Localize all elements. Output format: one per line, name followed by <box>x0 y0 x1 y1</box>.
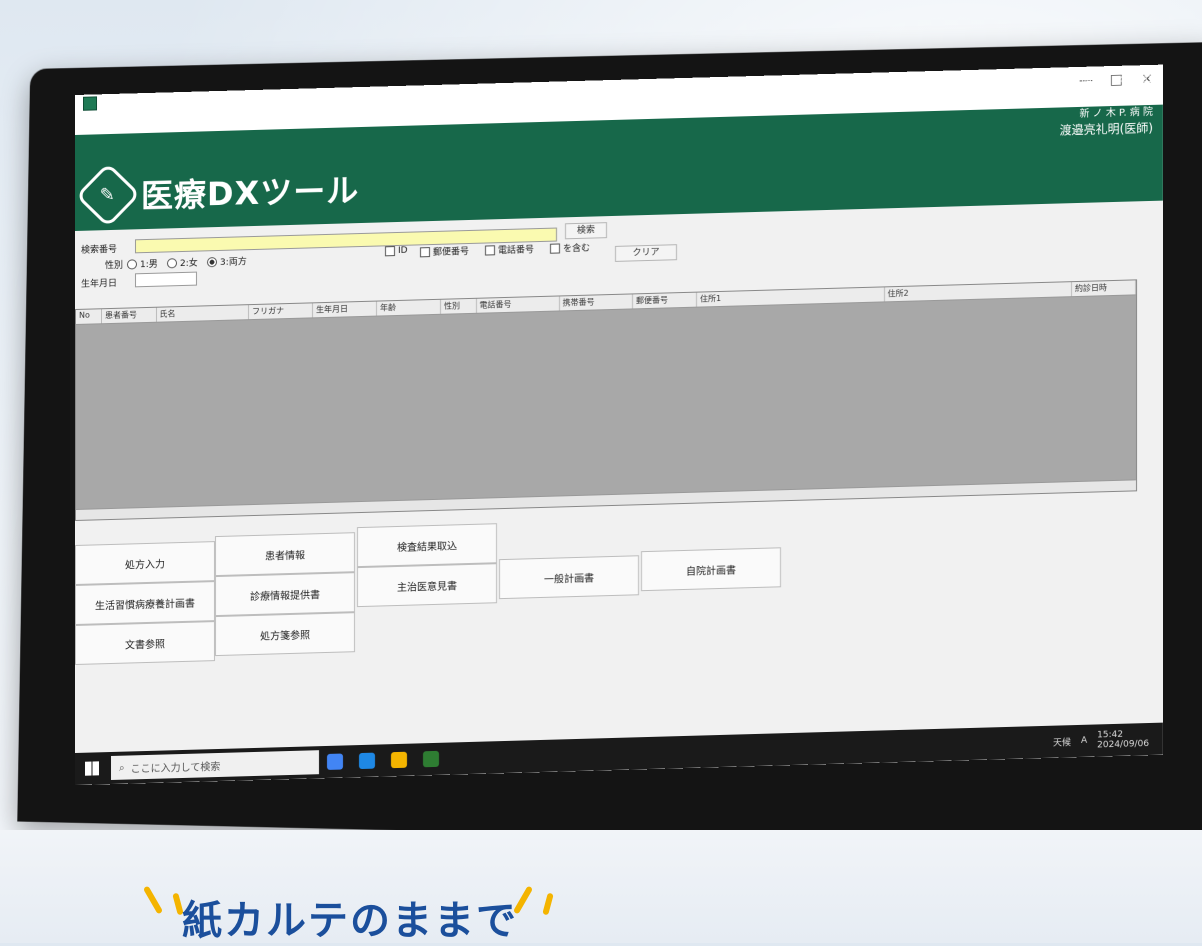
referral-letter-button[interactable]: 診療情報提供書 <box>215 572 355 617</box>
app-title: 医療DXツール <box>141 171 360 216</box>
search-button[interactable]: 検索 <box>565 222 607 240</box>
weather-text: 天候 <box>1052 737 1071 749</box>
col-no: No <box>76 309 102 324</box>
version-text: Ver1.0 24/08/01 <box>1080 74 1153 87</box>
prescription-view-button[interactable]: 処方箋参照 <box>215 612 355 657</box>
checkbox-id[interactable]: ID <box>385 246 408 257</box>
clear-button[interactable]: クリア <box>615 244 677 262</box>
col-visit: 約診日時 <box>1072 280 1136 297</box>
doctor-name: 渡邉亮礼明(医師) <box>1059 120 1153 138</box>
clock[interactable]: 15:42 2024/09/06 <box>1097 729 1149 751</box>
ime-indicator[interactable]: A <box>1081 736 1087 746</box>
gender-option-female[interactable]: 2:女 <box>167 256 198 270</box>
patient-info-button[interactable]: 患者情報 <box>215 532 355 577</box>
general-plan-button[interactable]: 一般計画書 <box>499 555 639 600</box>
patient-id-label: 検索番号 <box>81 244 118 256</box>
dob-input[interactable] <box>135 271 197 288</box>
col-name: 氏名 <box>156 305 249 322</box>
checkbox-phone[interactable]: 電話番号 <box>485 242 534 256</box>
col-dob: 生年月日 <box>313 301 377 318</box>
gender-label: 性別 <box>105 260 124 272</box>
col-postal: 郵便番号 <box>633 292 697 309</box>
gender-option-male[interactable]: 1:男 <box>127 257 158 271</box>
grid-horizontal-scrollbar[interactable] <box>76 479 1136 520</box>
logo-icon: ✎ <box>75 162 141 228</box>
checkbox-postal[interactable]: 郵便番号 <box>420 244 469 258</box>
slogan: 紙カルテのままで <box>182 898 518 944</box>
app-icon-taskbar[interactable] <box>423 750 439 768</box>
col-address1: 住所1 <box>697 287 885 307</box>
col-phone: 電話番号 <box>476 296 560 313</box>
document-view-button[interactable]: 文書参照 <box>75 621 215 665</box>
col-gender: 性別 <box>441 298 477 314</box>
edge-icon[interactable] <box>359 752 375 770</box>
taskbar-search[interactable]: ⌕ ここに入力して検索 <box>111 750 319 780</box>
windows-start-icon[interactable] <box>85 761 99 776</box>
screen: — □ × ✎ 医療DXツール Ver1.0 24/08/01 新 ノ 木 P.… <box>75 64 1163 786</box>
app-icon <box>83 96 97 111</box>
folder-icon[interactable] <box>391 751 407 769</box>
app-logo: ✎ 医療DXツール <box>75 162 360 228</box>
lab-import-button[interactable]: 検査結果取込 <box>357 523 497 568</box>
clinic-name: 新 ノ 木 P. 病 院 <box>1079 106 1153 120</box>
dob-label: 生年月日 <box>81 278 118 290</box>
lifestyle-plan-button[interactable]: 生活習慣病療養計画書 <box>75 581 215 625</box>
search-icon: ⌕ <box>119 762 125 774</box>
checkbox-contains[interactable]: を含む <box>550 241 590 255</box>
clinic-plan-button[interactable]: 自院計画書 <box>641 547 781 592</box>
physician-opinion-button[interactable]: 主治医意見書 <box>357 563 497 608</box>
chrome-icon[interactable] <box>327 753 343 770</box>
patient-grid[interactable]: No 患者番号 氏名 フリガナ 生年月日 年齢 性別 電話番号 携帯番号 郵便番… <box>75 279 1137 521</box>
col-kana: フリガナ <box>249 303 313 320</box>
gender-option-both[interactable]: 3:両方 <box>207 254 247 268</box>
search-placeholder: ここに入力して検索 <box>130 761 221 775</box>
prescription-input-button[interactable]: 処方入力 <box>75 541 215 585</box>
col-age: 年齢 <box>377 299 441 316</box>
col-mobile: 携帯番号 <box>559 294 633 311</box>
col-patient-no: 患者番号 <box>102 307 157 324</box>
col-address2: 住所2 <box>884 282 1072 302</box>
system-tray: 天候 A 15:42 2024/09/06 <box>1053 729 1163 752</box>
